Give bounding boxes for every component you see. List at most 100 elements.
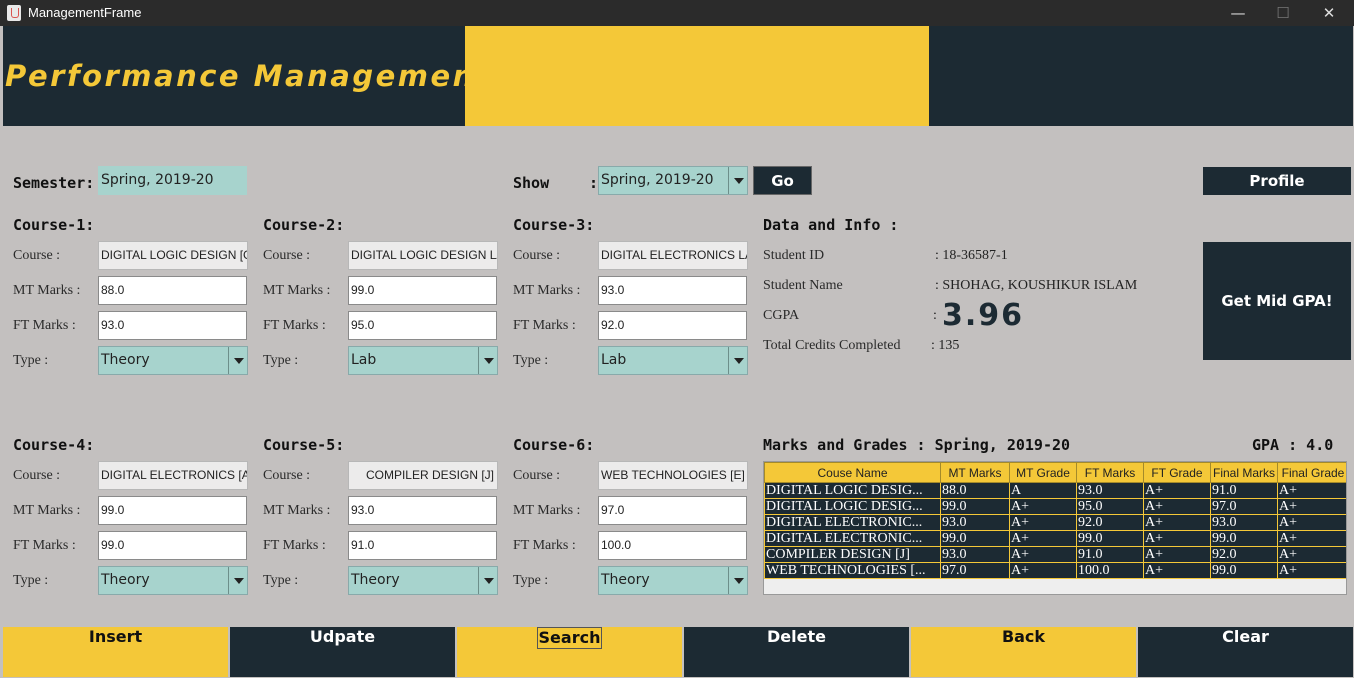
table-cell: DIGITAL LOGIC DESIG... — [764, 498, 941, 515]
student-name-label: Student Name — [763, 278, 843, 293]
type-select[interactable]: Lab — [348, 346, 498, 375]
clear-button[interactable]: Clear — [1138, 627, 1353, 677]
chevron-down-icon — [728, 567, 747, 594]
table-column-header[interactable]: MT Grade — [1009, 462, 1077, 483]
profile-button[interactable]: Profile — [1203, 167, 1351, 195]
mt-marks-input[interactable]: 99.0 — [98, 496, 247, 525]
table-cell: DIGITAL LOGIC DESIG... — [764, 482, 941, 499]
show-colon: : — [589, 174, 599, 192]
table-cell: 93.0 — [940, 546, 1010, 563]
course-heading: Course-3: — [513, 216, 595, 234]
gpa-value: GPA : 4.0 — [1252, 436, 1334, 454]
table-row[interactable]: WEB TECHNOLOGIES [... 97.0 A+ 100.0 A+ 99.0 A+ — [764, 562, 1346, 579]
course-name-field[interactable]: COMPILER DESIGN [J] — [348, 461, 498, 490]
ft-marks-input[interactable]: 93.0 — [98, 311, 247, 340]
mt-marks-input[interactable]: 93.0 — [598, 276, 747, 305]
table-column-header[interactable]: Final Marks — [1210, 462, 1278, 483]
table-row[interactable]: DIGITAL LOGIC DESIG... 88.0 A 93.0 A+ 91.0 A+ — [764, 482, 1346, 499]
search-button[interactable]: Search — [457, 627, 682, 677]
back-button[interactable]: Back — [911, 627, 1136, 677]
type-label: Type : — [513, 573, 549, 588]
mt-marks-input[interactable]: 88.0 — [98, 276, 247, 305]
ft-marks-input[interactable]: 91.0 — [348, 531, 497, 560]
marks-table[interactable]: Couse Name MT Marks MT Grade FT Marks FT Gra… — [763, 461, 1347, 595]
type-value: Lab — [601, 352, 627, 368]
table-row[interactable]: COMPILER DESIGN [J] 93.0 A+ 91.0 A+ 92.0 A+ — [764, 546, 1346, 563]
ft-marks-input[interactable]: 95.0 — [348, 311, 497, 340]
table-cell: A+ — [1009, 498, 1077, 515]
table-column-header[interactable]: Final Grade — [1277, 462, 1346, 483]
mt-marks-label: MT Marks : — [13, 503, 81, 518]
semester-label: Semester: — [13, 174, 95, 192]
type-select[interactable]: Lab — [598, 346, 748, 375]
show-semester-select[interactable]: Spring, 2019-20 — [598, 166, 748, 195]
close-button[interactable]: ✕ — [1306, 0, 1352, 26]
ft-marks-input[interactable]: 100.0 — [598, 531, 747, 560]
table-cell: A+ — [1143, 514, 1211, 531]
table-column-header[interactable]: FT Marks — [1076, 462, 1144, 483]
go-button[interactable]: Go — [753, 166, 812, 195]
table-column-header[interactable]: MT Marks — [940, 462, 1010, 483]
chevron-down-icon — [228, 347, 247, 374]
course-label: Course : — [513, 468, 561, 483]
table-row[interactable]: DIGITAL ELECTRONIC... 99.0 A+ 99.0 A+ 99.0 A+ — [764, 530, 1346, 547]
type-select[interactable]: Theory — [98, 566, 248, 595]
course-name-field[interactable]: DIGITAL ELECTRONICS [A] — [98, 461, 248, 490]
window-title: ManagementFrame — [28, 5, 142, 20]
course-label: Course : — [263, 468, 311, 483]
course-name-value: COMPILER DESIGN [J] — [365, 468, 494, 482]
chevron-down-icon — [728, 347, 747, 374]
type-select[interactable]: Theory — [98, 346, 248, 375]
update-button[interactable]: Udpate — [230, 627, 455, 677]
semester-field[interactable]: Spring, 2019-20 — [98, 166, 247, 195]
minimize-button[interactable]: — — [1215, 0, 1261, 26]
maximize-button[interactable]: ☐ — [1260, 0, 1306, 26]
type-select[interactable]: Theory — [348, 566, 498, 595]
ft-marks-label: FT Marks : — [513, 538, 576, 553]
table-row[interactable]: DIGITAL ELECTRONIC... 93.0 A+ 92.0 A+ 93.0 A+ — [764, 514, 1346, 531]
type-label: Type : — [13, 573, 49, 588]
table-cell: 99.0 — [1210, 562, 1278, 579]
table-cell: DIGITAL ELECTRONIC... — [764, 514, 941, 531]
table-cell: WEB TECHNOLOGIES [... — [764, 562, 941, 579]
course-heading: Course-2: — [263, 216, 345, 234]
table-cell: 99.0 — [1210, 530, 1278, 547]
table-column-header[interactable]: FT Grade — [1143, 462, 1211, 483]
type-select[interactable]: Theory — [598, 566, 748, 595]
ft-marks-input[interactable]: 92.0 — [598, 311, 747, 340]
window-titlebar: ManagementFrame — ☐ ✕ — [0, 0, 1354, 26]
table-cell: 99.0 — [940, 498, 1010, 515]
header-accent-panel — [465, 26, 929, 126]
get-mid-gpa-button[interactable]: Get Mid GPA! — [1203, 242, 1351, 360]
table-cell: COMPILER DESIGN [J] — [764, 546, 941, 563]
cgpa-value: 3.96 — [942, 298, 1025, 333]
type-label: Type : — [513, 353, 549, 368]
table-cell: A+ — [1143, 498, 1211, 515]
delete-button[interactable]: Delete — [684, 627, 909, 677]
table-cell: 100.0 — [1076, 562, 1144, 579]
insert-button[interactable]: Insert — [3, 627, 228, 677]
table-column-header[interactable]: Couse Name — [764, 462, 941, 483]
course-heading: Course-6: — [513, 436, 595, 454]
mt-marks-input[interactable]: 99.0 — [348, 276, 497, 305]
mt-marks-input[interactable]: 97.0 — [598, 496, 747, 525]
ft-marks-label: FT Marks : — [263, 318, 326, 333]
course-name-field[interactable]: DIGITAL ELECTRONICS LAB [K] — [598, 241, 748, 270]
mt-marks-input[interactable]: 93.0 — [348, 496, 497, 525]
table-row[interactable]: DIGITAL LOGIC DESIG... 99.0 A+ 95.0 A+ 97.0 A+ — [764, 498, 1346, 515]
ft-marks-input[interactable]: 99.0 — [98, 531, 247, 560]
student-id-label: Student ID — [763, 248, 825, 263]
course-name-field[interactable]: WEB TECHNOLOGIES [E] — [598, 461, 748, 490]
type-label: Type : — [263, 353, 299, 368]
table-cell: A+ — [1009, 530, 1077, 547]
cgpa-label: CGPA — [763, 308, 800, 323]
course-label: Course : — [263, 248, 311, 263]
course-name-field[interactable]: DIGITAL LOGIC DESIGN LAB [G] — [348, 241, 498, 270]
mt-marks-label: MT Marks : — [13, 283, 81, 298]
table-cell: A+ — [1009, 514, 1077, 531]
course-label: Course : — [13, 468, 61, 483]
course-name-field[interactable]: DIGITAL LOGIC DESIGN [G] — [98, 241, 248, 270]
type-value: Lab — [351, 352, 377, 368]
ft-marks-label: FT Marks : — [263, 538, 326, 553]
table-cell: 91.0 — [1076, 546, 1144, 563]
